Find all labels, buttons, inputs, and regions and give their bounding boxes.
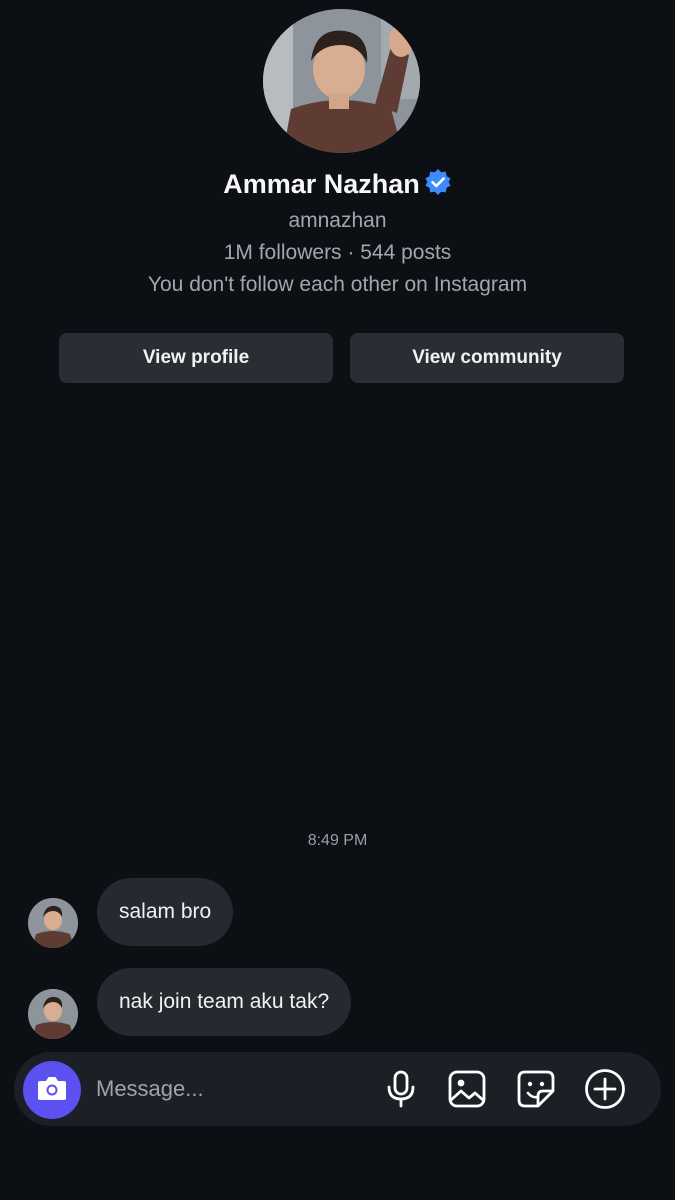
profile-avatar[interactable]: [263, 9, 420, 153]
gallery-icon[interactable]: [445, 1067, 489, 1111]
message-timestamp: 8:49 PM: [307, 832, 368, 849]
profile-name-text: Ammar Nazhan: [223, 169, 420, 199]
profile-stats: 1M followers · 544 posts: [223, 241, 452, 264]
profile-name: Ammar Nazhan: [0, 168, 675, 203]
microphone-icon[interactable]: [379, 1067, 423, 1111]
add-icon[interactable]: [583, 1067, 627, 1111]
camera-icon: [36, 1074, 68, 1107]
message-bubble[interactable]: salam bro: [97, 878, 234, 946]
chat-screen: Ammar Nazhan amnazhan 1M followers · 544…: [0, 0, 675, 1200]
sticker-icon[interactable]: [514, 1067, 558, 1111]
profile-handle: amnazhan: [288, 209, 387, 232]
sender-avatar[interactable]: [28, 989, 78, 1039]
message-bubble[interactable]: nak join team aku tak?: [97, 968, 352, 1036]
sender-avatar[interactable]: [28, 898, 78, 948]
avatar-illustration: [263, 9, 420, 153]
view-profile-button[interactable]: View profile: [59, 333, 333, 383]
sender-avatar-illustration: [28, 989, 78, 1039]
message-input[interactable]: [96, 1066, 366, 1112]
view-community-button[interactable]: View community: [350, 333, 624, 383]
camera-button[interactable]: [23, 1061, 81, 1119]
follow-relation-text: You don't follow each other on Instagram: [147, 273, 528, 296]
verified-badge-icon: [424, 168, 452, 203]
sender-avatar-illustration: [28, 898, 78, 948]
